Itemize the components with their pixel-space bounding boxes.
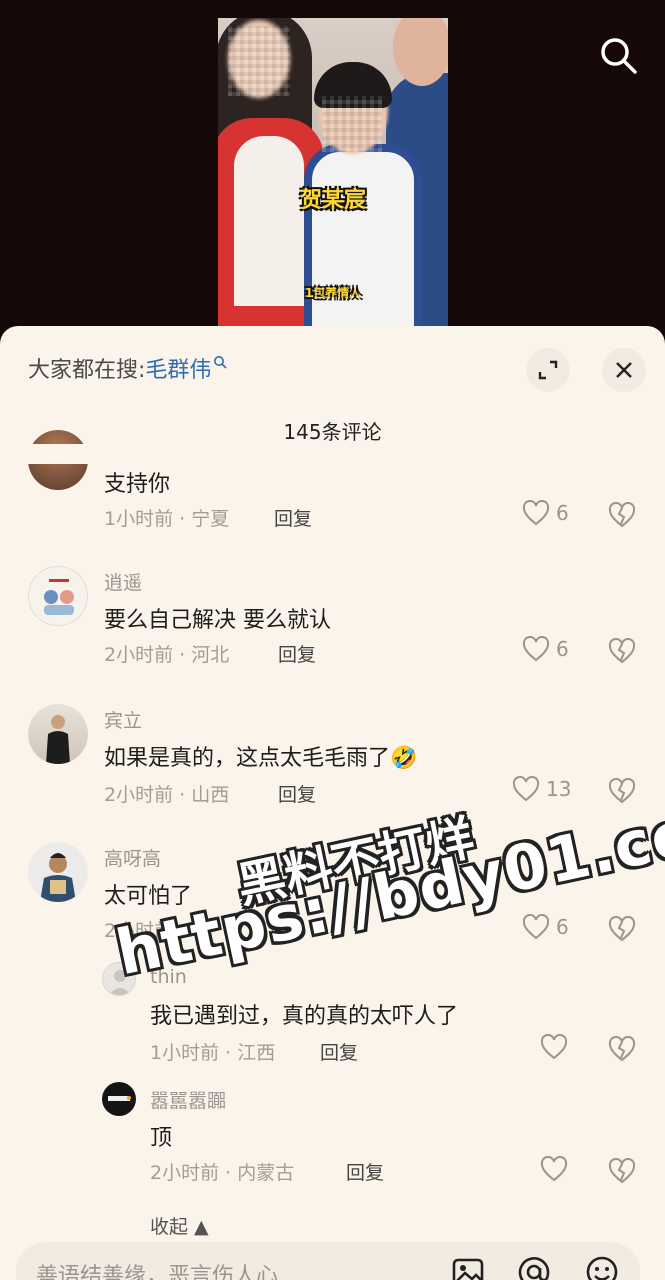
comment-text: 支持你	[104, 472, 171, 497]
video-subcaption: 1包养情人	[304, 286, 362, 300]
comment-author[interactable]: 高呀高	[104, 844, 161, 871]
heart-icon	[512, 776, 540, 802]
at-icon[interactable]	[516, 1254, 552, 1280]
reply-button[interactable]: 回复	[346, 1158, 384, 1185]
comment-author[interactable]: 宾立	[104, 706, 142, 733]
reply-author[interactable]: 嚣嚚嚣嚻	[150, 1086, 226, 1113]
comment-sheet: 大家都在搜:毛群伟 145条评论 支持你 1小时前 · 宁夏 回复 6 逍遥 要…	[0, 326, 665, 1280]
image-icon[interactable]	[450, 1254, 486, 1280]
comment-meta: 2小时前 · 河北	[104, 644, 230, 666]
like-button[interactable]: 6	[522, 500, 569, 526]
comment-input-placeholder[interactable]: 善语结善缘，恶言伤人心	[36, 1258, 278, 1280]
comment-author[interactable]: 逍遥	[104, 568, 142, 595]
comment-text: 如果是真的，这点太毛毛雨了🤣	[104, 746, 418, 771]
comment-meta: 1小时前 · 宁夏	[104, 508, 230, 530]
avatar[interactable]	[28, 842, 88, 902]
avatar[interactable]	[28, 566, 88, 626]
heart-icon	[522, 500, 550, 526]
video-frame[interactable]: 贺某宸 1包养情人	[218, 18, 448, 340]
broken-heart-icon	[608, 915, 636, 942]
broken-heart-icon	[608, 1157, 636, 1184]
close-icon	[616, 362, 632, 378]
reply-meta: 1小时前 · 江西	[150, 1042, 276, 1064]
expand-icon	[538, 360, 558, 380]
search-suggestion-prefix: 大家都在搜:	[28, 358, 146, 383]
video-person-face	[393, 18, 448, 86]
broken-heart-icon	[608, 777, 636, 804]
video-caption: 贺某宸	[299, 188, 366, 213]
like-button[interactable]: 6	[522, 636, 569, 662]
like-button[interactable]	[540, 1034, 568, 1060]
reply-button[interactable]: 回复	[274, 504, 312, 531]
dislike-button[interactable]	[608, 1035, 636, 1066]
comment-count: 145条评论	[283, 420, 382, 444]
search-suggestion[interactable]: 大家都在搜:毛群伟	[28, 352, 228, 384]
broken-heart-icon	[608, 501, 636, 528]
face-mosaic	[322, 96, 382, 152]
video-child-body	[304, 144, 422, 340]
emoji-icon[interactable]	[584, 1254, 620, 1280]
reply-button[interactable]: 回复	[320, 1038, 358, 1065]
like-count: 6	[556, 501, 569, 525]
reply-button[interactable]: 回复	[278, 780, 316, 807]
reply-meta: 2小时前 · 内蒙古	[150, 1162, 295, 1184]
reply-text: 我已遇到过，真的真的太吓人了	[150, 1004, 459, 1029]
avatar[interactable]	[28, 704, 88, 764]
comment-input[interactable]: 善语结善缘，恶言伤人心	[16, 1242, 640, 1280]
heart-icon	[522, 914, 550, 940]
dislike-button[interactable]	[608, 1157, 636, 1188]
reply-button[interactable]: 回复	[278, 640, 316, 667]
dislike-button[interactable]	[608, 915, 636, 946]
search-suggestion-keyword[interactable]: 毛群伟	[145, 358, 211, 383]
heart-icon	[540, 1034, 568, 1060]
dislike-button[interactable]	[608, 777, 636, 808]
like-button[interactable]: 6	[522, 914, 569, 940]
reply-text: 顶	[150, 1126, 173, 1151]
like-count: 6	[556, 915, 569, 939]
face-mosaic	[228, 26, 290, 96]
broken-heart-icon	[608, 637, 636, 664]
expand-button[interactable]	[526, 348, 570, 392]
like-button[interactable]: 13	[512, 776, 571, 802]
like-button[interactable]	[540, 1156, 568, 1182]
like-count: 6	[556, 637, 569, 661]
video-person-shirt	[234, 136, 304, 306]
search-icon	[214, 356, 228, 369]
like-count: 13	[546, 777, 572, 801]
search-icon[interactable]	[599, 36, 639, 76]
broken-heart-icon	[608, 1035, 636, 1062]
comment-text: 要么自己解决 要么就认	[104, 608, 331, 633]
dislike-button[interactable]	[608, 501, 636, 532]
heart-icon	[540, 1156, 568, 1182]
comment-meta: 2小时前 · 山西	[104, 784, 230, 806]
avatar[interactable]	[102, 1082, 136, 1116]
scroll-mask	[0, 444, 665, 464]
collapse-replies-button[interactable]: 收起 ▲	[150, 1212, 209, 1239]
video-player[interactable]: 贺某宸 1包养情人	[0, 0, 665, 340]
dislike-button[interactable]	[608, 637, 636, 668]
close-button[interactable]	[602, 348, 646, 392]
heart-icon	[522, 636, 550, 662]
